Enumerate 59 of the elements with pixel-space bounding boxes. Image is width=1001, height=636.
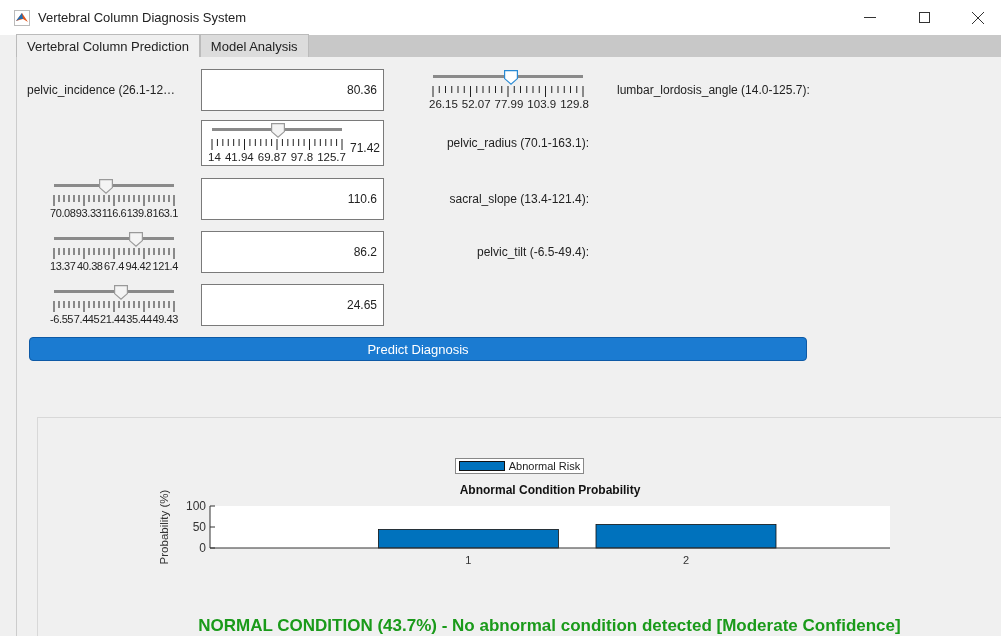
tab[interactable]: Model Analysis [199,34,309,57]
field-label: lumbar_lordosis_angle (14.0-125.7): [617,83,810,97]
tick-label: 40.38 [77,260,103,272]
number-field[interactable]: 14 41.94 69.87 97.8 125.7 71.42 [201,120,384,166]
tick-label: 70.08 [50,207,76,219]
tick-label: 49.43 [152,313,178,325]
tick-label: 129.8 [560,98,589,110]
tick-label: 94.42 [125,260,151,272]
y-tick-label: 50 [192,520,206,534]
tick-label: 69.87 [257,151,287,163]
number-field[interactable]: 80.36 [201,69,384,111]
tick-label: 26.15 [429,98,458,110]
close-icon[interactable] [972,11,984,24]
tick-label: 163.1 [152,207,178,219]
tick-label: -6.55 [50,313,74,325]
tick-label: 97.8 [290,151,314,163]
tick-label: 103.9 [527,98,557,110]
y-tick-label: 0 [198,541,206,555]
tick-label: 116.6 [101,207,127,219]
y-axis-label: Probability (%) [157,489,170,565]
tick-label: 67.4 [104,260,124,272]
field-label: pelvic_tilt (-6.5-49.4): [476,245,589,259]
number-field[interactable]: 86.2 [201,231,384,273]
number-field[interactable]: 24.65 [201,284,384,326]
y-tick-label: 100 [185,499,206,513]
slider-thumb[interactable] [128,232,143,247]
field-label: pelvic_radius (70.1-163.1): [446,136,589,150]
tick-label: 77.99 [494,98,524,110]
tick-label: 139.8 [126,207,153,219]
slider-thumb[interactable] [504,70,519,85]
field-label: pelvic_incidence (26.1-12… [27,83,177,97]
field-label: sacral_slope (13.4-121.4): [449,192,589,206]
slider-thumb[interactable] [271,123,286,138]
y-axis [209,505,215,549]
window-title: Vertebral Column Diagnosis System [38,10,248,25]
tick-label: 21.44 [100,313,126,325]
tick-label: 35.44 [126,313,152,325]
tick-label: 121.4 [152,260,178,272]
tick-label: 93.33 [75,207,102,219]
tick-label: 125.7 [317,151,346,163]
x-tick-label: 2 [682,554,689,566]
x-tick-label: 1 [464,554,471,566]
legend-label: Abnormal Risk [508,460,581,472]
chart-title: Abnormal Condition Probability [459,483,640,497]
app-logo-icon [14,9,30,26]
slider-thumb[interactable] [114,285,129,300]
tick-label: 41.94 [224,151,254,163]
legend-swatch-icon [458,461,505,471]
predict-button[interactable]: Predict Diagnosis [29,337,807,361]
tick-label: 7.445 [73,313,100,325]
result-message: NORMAL CONDITION (43.7%) - No abnormal condition detected [Moderate Confidence] [198,616,901,636]
tick-label: 13.37 [50,260,76,272]
tab[interactable]: Vertebral Column Prediction [16,34,200,57]
tick-label: 52.07 [461,98,491,110]
slider-thumb[interactable] [98,179,113,194]
tick-label: 14 [208,151,221,163]
minimize-icon[interactable] [864,16,876,19]
maximize-icon[interactable] [918,12,930,23]
number-field[interactable]: 110.6 [201,178,384,220]
